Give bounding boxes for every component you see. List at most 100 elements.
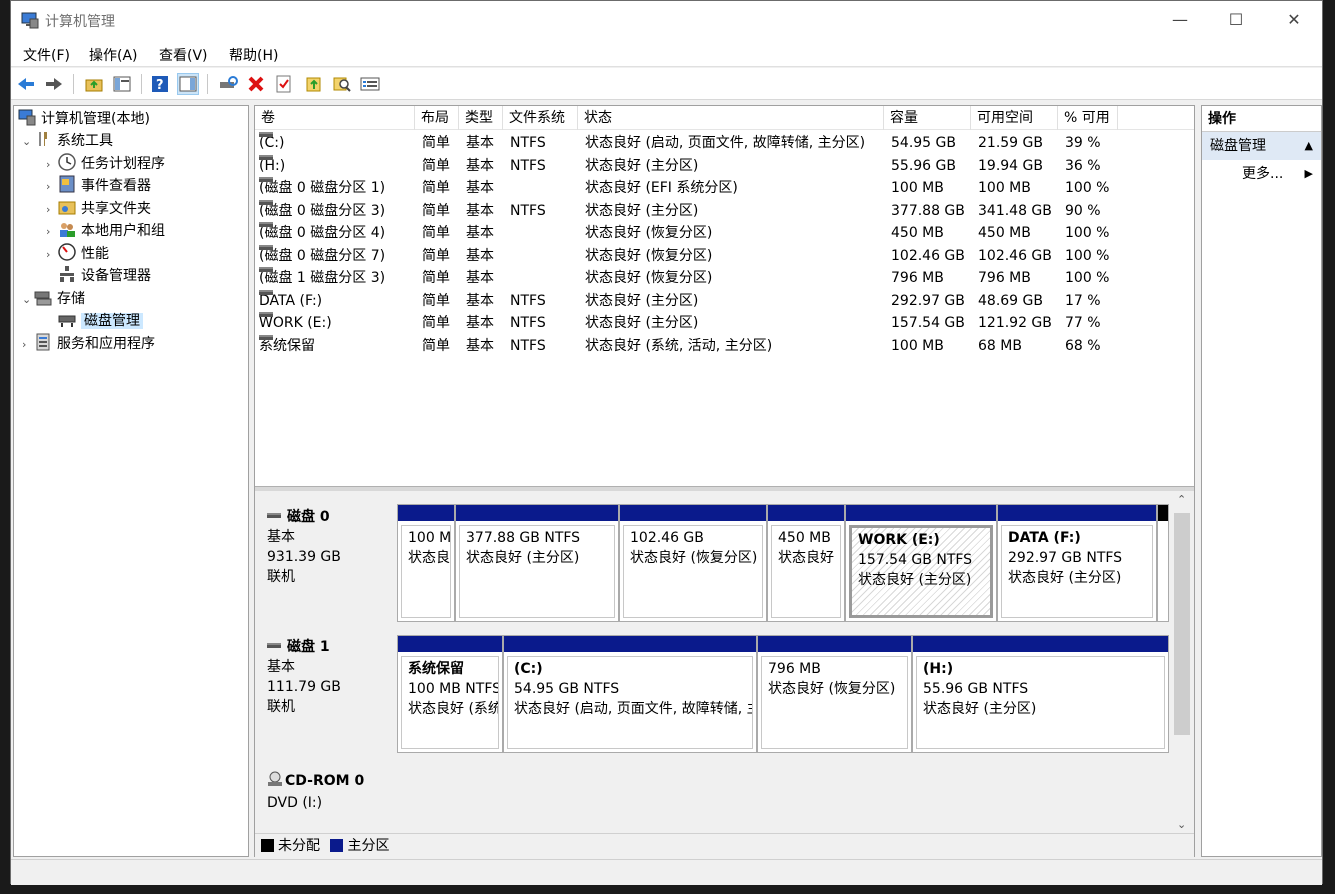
chevron-right-icon[interactable]: › [46,176,58,198]
column-header-status[interactable]: 状态 [578,106,884,130]
maximize-button[interactable]: ☐ [1207,1,1265,39]
column-header-percent-free[interactable]: % 可用 [1058,106,1118,130]
show-hide-tree-icon[interactable] [111,73,133,95]
tree-item-device-manager[interactable]: 设备管理器 [58,265,151,287]
minimize-button[interactable]: — [1151,1,1209,39]
disk-1-label[interactable]: 磁盘 1 基本 111.79 GB 联机 [257,629,397,755]
tree-item-storage[interactable]: ⌄ 存储 [22,288,85,310]
actions-section-label: 磁盘管理 [1210,138,1266,154]
partition-block[interactable]: 377.88 GB NTFS 状态良好 (主分区) [455,504,619,622]
column-header-capacity[interactable]: 容量 [884,106,971,130]
partition-block[interactable]: 796 MB 状态良好 (恢复分区) [757,635,912,753]
disk-0-size: 931.39 GB [267,549,341,565]
tree-item-task-scheduler[interactable]: › 任务计划程序 [46,153,165,175]
table-row[interactable]: (磁盘 0 磁盘分区 4) 简单 基本 状态良好 (恢复分区) 450 MB 450 MB… [255,222,1194,244]
disk-0-status: 联机 [267,569,295,585]
partition-block[interactable]: 102.46 GB 状态良好 (恢复分区) [619,504,767,622]
disk-0-name: 磁盘 0 [267,507,397,527]
back-icon[interactable] [15,73,37,95]
table-cell: 简单 [422,135,450,151]
table-row[interactable]: DATA (F:) 简单 基本 NTFS 状态良好 (主分区) 292.97 GB 48.6… [255,289,1194,312]
column-header-layout[interactable]: 布局 [415,106,459,130]
table-cell: 状态良好 (恢复分区) [585,270,713,286]
list-view-icon[interactable] [359,73,381,95]
table-cell: 121.92 GB [978,315,1052,331]
volume-icon [259,312,273,317]
column-header-type[interactable]: 类型 [459,106,503,130]
tree-item-disk-management[interactable]: 磁盘管理 [58,310,143,332]
scroll-up-icon[interactable]: ⌃ [1177,493,1186,506]
unallocated-block[interactable] [1157,504,1169,622]
chevron-down-icon[interactable]: ⌄ [22,289,34,311]
table-row[interactable]: (磁盘 0 磁盘分区 7) 简单 基本 状态良好 (恢复分区) 102.46 GB 102… [255,244,1194,267]
toolbar-separator [73,74,74,94]
disk-0-label[interactable]: 磁盘 0 基本 931.39 GB 联机 [257,499,397,623]
table-cell: 系统保留 [259,334,315,357]
partition-block[interactable]: 100 MB状态良好 [397,504,455,622]
chevron-right-icon[interactable]: › [46,244,58,266]
scroll-down-icon[interactable]: ⌄ [1177,818,1186,831]
tools-icon [34,130,52,148]
actions-more[interactable]: 更多... ▶ [1202,160,1321,188]
table-row[interactable]: (磁盘 1 磁盘分区 3) 简单 基本 状态良好 (恢复分区) 796 MB 796 MB… [255,267,1194,289]
scrollbar-thumb[interactable] [1174,513,1190,735]
partition-block[interactable]: 系统保留100 MB NTFS状态良好 (系统, 活动, 主分区) [397,635,503,753]
collapse-up-icon[interactable]: ▲ [1305,132,1313,160]
tree-item-performance[interactable]: › 性能 [46,243,109,265]
column-header-volume[interactable]: 卷 [255,106,415,130]
table-cell: 简单 [422,247,450,264]
chevron-right-icon[interactable]: › [46,199,58,221]
storage-icon [34,288,52,306]
volume-icon [259,222,273,227]
menu-file[interactable]: 文件(F) [23,45,70,65]
disk-1-type: 基本 [267,659,295,675]
disk-1-name: 磁盘 1 [267,637,397,657]
tree-item-shared-folders[interactable]: › 共享文件夹 [46,198,151,220]
chevron-down-icon[interactable]: ⌄ [22,131,34,153]
search-folder-icon[interactable] [331,73,353,95]
show-action-pane-icon[interactable] [177,73,199,95]
table-cell: 基本 [466,270,494,286]
menu-help[interactable]: 帮助(H) [229,45,278,65]
chevron-right-icon[interactable]: › [46,154,58,176]
partition-block[interactable]: DATA (F:) 292.97 GB NTFS 状态良好 (主分区) [997,504,1157,622]
tree-item-local-users[interactable]: › 本地用户和组 [46,220,165,242]
chevron-right-icon[interactable]: › [22,334,34,356]
cdrom-0-label[interactable]: CD-ROM 0 DVD (I:) [257,763,397,833]
table-row[interactable]: 系统保留 简单 基本 NTFS 状态良好 (系统, 活动, 主分区) 100 MB 68 M… [255,334,1194,357]
close-button[interactable]: ✕ [1265,1,1323,39]
tree-item-event-viewer[interactable]: › 事件查看器 [46,175,151,197]
table-cell: 简单 [422,202,450,219]
help-icon[interactable]: ? [149,73,171,95]
column-header-free-space[interactable]: 可用空间 [971,106,1058,130]
table-row[interactable]: (磁盘 0 磁盘分区 3) 简单 基本 NTFS 状态良好 (主分区) 377.88 GB… [255,199,1194,222]
delete-icon[interactable] [245,73,267,95]
disk-0-partitions: 100 MB状态良好 377.88 GB NTFS状态良好 (主分区) 102.… [397,504,1177,622]
partition-block[interactable]: (C:)54.95 GB NTFS状态良好 (启动, 页面文件, 故障转储, 主… [503,635,757,753]
folder-arrow-icon[interactable] [303,73,325,95]
up-folder-icon[interactable] [83,73,105,95]
partition-block-selected[interactable]: WORK (E:) 157.54 GB NTFS 状态良好 (主分区) [845,504,997,622]
chevron-right-icon[interactable]: › [46,221,58,243]
table-cell: 19.94 GB [978,157,1043,174]
partition-block[interactable]: (H:) 55.96 GB NTFS 状态良好 (主分区) [912,635,1169,753]
table-cell: 102.46 GB [978,247,1052,264]
menu-action[interactable]: 操作(A) [89,45,138,65]
graph-scrollbar[interactable]: ⌃ ⌄ [1172,491,1192,833]
table-row[interactable]: (C:) 简单 基本 NTFS 状态良好 (启动, 页面文件, 故障转储, 主分区) 54… [255,132,1194,154]
table-row[interactable]: (H:) 简单 基本 NTFS 状态良好 (主分区) 55.96 GB 19.94 GB 36… [255,154,1194,177]
tree-item-system-tools[interactable]: ⌄ 系统工具 [22,130,113,152]
menu-view[interactable]: 查看(V) [159,45,208,65]
table-cell: 157.54 GB [891,315,965,331]
properties-icon[interactable] [273,73,295,95]
table-row[interactable]: WORK (E:) 简单 基本 NTFS 状态良好 (主分区) 157.54 GB 121.… [255,312,1194,334]
table-row[interactable]: (磁盘 0 磁盘分区 1) 简单 基本 状态良好 (EFI 系统分区) 100 MB 10… [255,177,1194,199]
connect-drive-icon[interactable] [217,73,239,95]
actions-disk-management[interactable]: 磁盘管理 ▲ [1202,132,1321,160]
column-header-filesystem[interactable]: 文件系统 [503,106,578,130]
forward-icon[interactable] [43,73,65,95]
tree-item-services-apps[interactable]: › 服务和应用程序 [22,333,155,355]
tree-item-root[interactable]: 计算机管理(本地) [18,108,150,130]
table-cell: 基本 [466,337,494,354]
partition-block[interactable]: 450 MB 状态良好 [767,504,845,622]
